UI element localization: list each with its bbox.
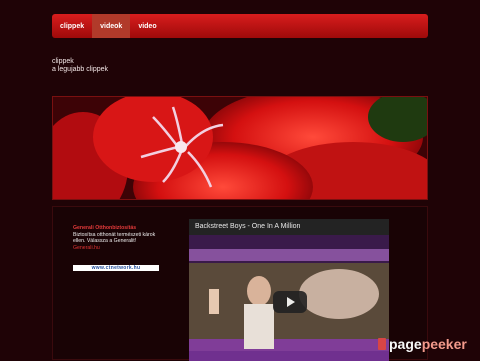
nav-item-clippek[interactable]: clippek — [52, 14, 92, 38]
ad-body: Biztosítsa otthonát természeti károk ell… — [73, 231, 156, 245]
watermark-part1: page — [389, 336, 422, 352]
content-area: Generali Otthonbiztosítás Biztosítsa ott… — [52, 206, 428, 361]
play-button[interactable] — [273, 291, 307, 313]
site-tagline: a legujabb clippek — [52, 66, 109, 73]
top-navigation: clippek videok video — [52, 14, 428, 38]
video-thumbnail — [189, 219, 389, 361]
pagepeeker-watermark: page peeker — [378, 336, 467, 352]
header-banner-image — [52, 96, 428, 200]
pagepeeker-logo-icon — [378, 338, 386, 350]
ad-block: Generali Otthonbiztosítás Biztosítsa ott… — [73, 225, 163, 271]
play-icon — [287, 297, 295, 307]
nav-item-videok[interactable]: videok — [92, 14, 131, 38]
ad-url-badge[interactable]: www.ctnetwork.hu — [73, 265, 159, 271]
video-title[interactable]: Backstreet Boys - One In A Million — [189, 219, 389, 235]
video-player[interactable]: Backstreet Boys - One In A Million — [189, 219, 389, 361]
watermark-part2: peeker — [421, 336, 467, 352]
red-flower-image — [53, 97, 427, 199]
nav-item-video[interactable]: video — [130, 14, 164, 38]
ad-link[interactable]: Generali.hu — [73, 245, 163, 252]
site-name: clippek — [52, 58, 74, 65]
site-intro: clippek a legujabb clippek — [52, 58, 108, 74]
